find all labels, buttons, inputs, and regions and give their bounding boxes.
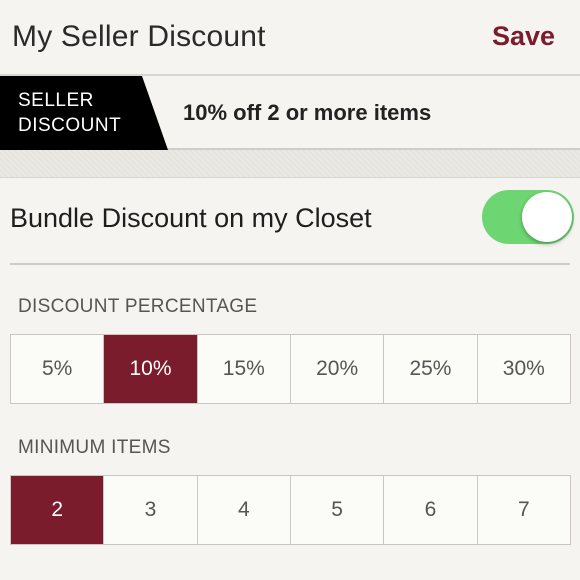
minimum-items-option[interactable]: 7 (478, 476, 570, 544)
minimum-items-selector: 234567 (10, 475, 571, 545)
minimum-items-option[interactable]: 5 (291, 476, 385, 544)
discount-percentage-label: DISCOUNT PERCENTAGE (18, 296, 258, 317)
minimum-items-option[interactable]: 2 (11, 476, 105, 544)
discount-banner: SELLER DISCOUNT 10% off 2 or more items (0, 76, 580, 150)
discount-percentage-option[interactable]: 15% (198, 335, 291, 403)
minimum-items-option[interactable]: 6 (384, 476, 478, 544)
bundle-discount-toggle[interactable] (482, 190, 574, 244)
discount-percentage-selector: 5% 10% 15% 20% 25% 30% (10, 334, 571, 404)
minimum-items-option[interactable]: 3 (104, 476, 198, 544)
discount-percentage-option[interactable]: 30% (478, 335, 570, 403)
header: My Seller Discount Save (0, 0, 580, 76)
toggle-knob (522, 192, 572, 242)
divider (10, 263, 570, 265)
bundle-discount-label: Bundle Discount on my Closet (10, 203, 372, 233)
save-button[interactable]: Save (492, 21, 555, 52)
minimum-items-label: MINIMUM ITEMS (18, 437, 171, 458)
minimum-items-option[interactable]: 4 (198, 476, 291, 544)
seller-discount-tag: SELLER DISCOUNT (0, 76, 168, 150)
page-title: My Seller Discount (12, 20, 266, 53)
section-separator (0, 150, 580, 178)
bundle-discount-row: Bundle Discount on my Closet (0, 178, 580, 264)
discount-summary: 10% off 2 or more items (183, 100, 432, 125)
discount-percentage-option[interactable]: 10% (104, 335, 198, 403)
discount-percentage-option[interactable]: 25% (384, 335, 478, 403)
discount-percentage-option[interactable]: 20% (291, 335, 385, 403)
seller-discount-tag-label: SELLER DISCOUNT (18, 90, 122, 136)
discount-percentage-option[interactable]: 5% (11, 335, 105, 403)
